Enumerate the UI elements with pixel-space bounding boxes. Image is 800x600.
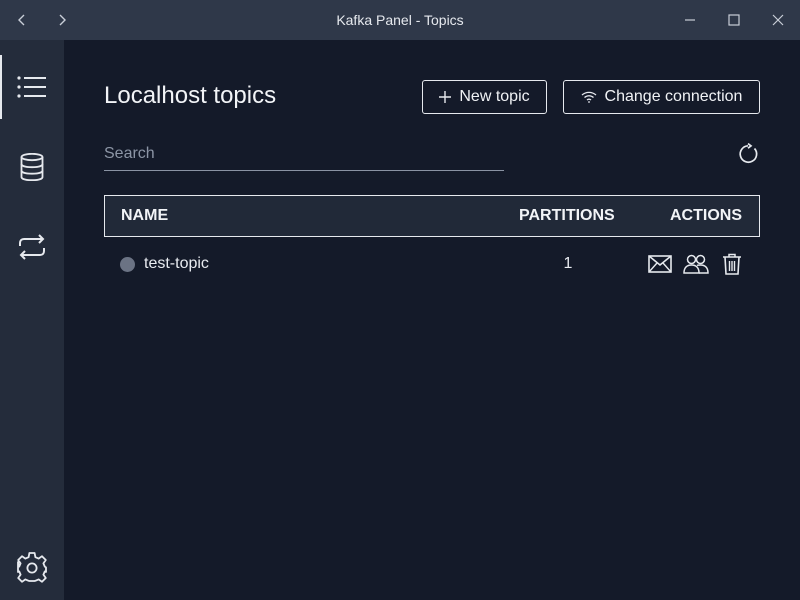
- new-topic-label: New topic: [459, 88, 530, 105]
- title-bar: Kafka Panel - Topics: [0, 0, 800, 40]
- consumer-groups-button[interactable]: [682, 250, 710, 278]
- table-row[interactable]: test-topic 1: [104, 244, 760, 284]
- page-title: Localhost topics: [104, 82, 277, 109]
- topic-name[interactable]: test-topic: [144, 244, 209, 284]
- refresh-icon: [739, 143, 758, 164]
- sidebar-item-data[interactable]: [0, 135, 64, 199]
- list-icon: [17, 76, 46, 98]
- maximize-button[interactable]: [718, 4, 750, 36]
- envelope-icon: [648, 255, 672, 273]
- change-connection-button[interactable]: Change connection: [563, 80, 760, 114]
- minimize-icon: [685, 19, 695, 21]
- column-header-name[interactable]: NAME: [121, 196, 168, 236]
- change-connection-label: Change connection: [604, 88, 743, 105]
- minimize-button[interactable]: [674, 4, 706, 36]
- close-icon: [772, 14, 784, 26]
- trash-icon: [723, 253, 741, 275]
- maximize-icon: [728, 14, 740, 26]
- search-input[interactable]: [104, 138, 504, 170]
- status-indicator: [120, 257, 135, 272]
- refresh-button[interactable]: [734, 140, 762, 168]
- search-box: [104, 138, 504, 171]
- delete-topic-button[interactable]: [718, 250, 746, 278]
- column-header-actions: ACTIONS: [670, 207, 742, 224]
- topic-partitions: 1: [563, 255, 573, 272]
- sidebar-item-topics[interactable]: [0, 55, 64, 119]
- wifi-icon: [581, 91, 596, 103]
- repeat-icon: [19, 234, 45, 260]
- messages-button[interactable]: [646, 250, 674, 278]
- plus-icon: [439, 91, 452, 103]
- sidebar: [0, 40, 64, 600]
- database-icon: [20, 153, 44, 181]
- new-topic-button[interactable]: New topic: [422, 80, 547, 114]
- close-button[interactable]: [762, 4, 794, 36]
- users-icon: [683, 254, 709, 274]
- gear-icon: [17, 552, 47, 583]
- column-header-partitions[interactable]: PARTITIONS: [519, 196, 615, 236]
- settings-button[interactable]: [0, 536, 64, 600]
- table-header: NAME PARTITIONS ACTIONS: [104, 195, 760, 237]
- sidebar-item-consumers[interactable]: [0, 215, 64, 279]
